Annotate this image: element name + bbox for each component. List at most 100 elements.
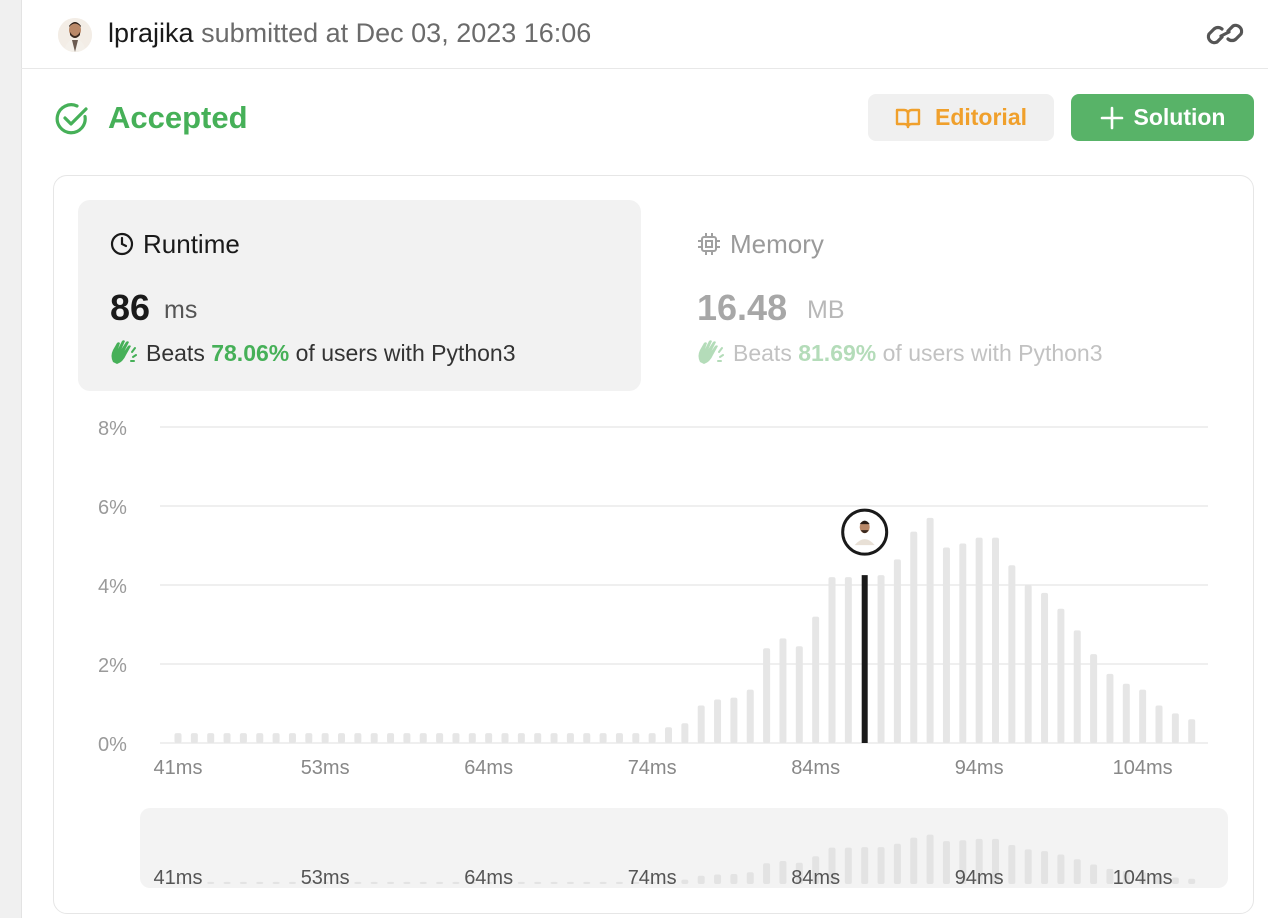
minimap-bar [354, 881, 362, 884]
distribution-bar[interactable] [828, 577, 836, 743]
distribution-bar[interactable] [1057, 608, 1065, 743]
distribution-bar[interactable] [190, 733, 198, 743]
minimap-bar [452, 881, 460, 884]
distribution-bar[interactable] [714, 699, 722, 743]
distribution-bar[interactable] [959, 543, 967, 743]
chart-minimap[interactable]: 41ms 53ms 64ms 74ms 84ms 94ms 104ms [140, 808, 1228, 888]
distribution-bar[interactable] [305, 733, 313, 743]
distribution-bar[interactable] [746, 689, 754, 743]
distribution-bar[interactable] [370, 733, 378, 743]
distribution-bar[interactable] [174, 733, 182, 743]
distribution-bar[interactable] [910, 531, 918, 743]
link-icon[interactable] [1204, 16, 1246, 52]
distribution-bar[interactable] [1024, 585, 1032, 743]
distribution-bar[interactable] [893, 559, 901, 743]
x-tick-label: 53ms [301, 757, 350, 779]
distribution-bar[interactable] [338, 733, 345, 743]
distribution-bar[interactable] [239, 733, 247, 743]
distribution-bar[interactable] [1155, 705, 1163, 743]
distribution-bar[interactable] [1122, 683, 1130, 743]
distribution-bar[interactable] [632, 733, 640, 743]
distribution-bar[interactable] [566, 733, 574, 743]
distribution-bar[interactable] [485, 733, 493, 743]
minimap-bar [272, 881, 280, 884]
distribution-bar[interactable] [272, 733, 280, 743]
distribution-bar[interactable] [665, 727, 672, 743]
distribution-bar[interactable] [877, 575, 885, 743]
distribution-bar[interactable] [403, 733, 411, 743]
minimap-bar [1024, 849, 1032, 884]
distribution-bar[interactable] [681, 723, 689, 743]
minimap-bar [436, 881, 444, 884]
minimap-bar [861, 847, 869, 884]
distribution-bar[interactable] [1008, 565, 1016, 743]
distribution-bar[interactable] [1188, 719, 1196, 743]
distribution-bar[interactable] [1171, 713, 1179, 743]
distribution-bar[interactable] [779, 638, 787, 743]
minimap-bar [387, 881, 395, 884]
distribution-bar[interactable] [697, 705, 705, 743]
x-tick-label: 41ms [154, 757, 203, 779]
distribution-bar[interactable] [534, 733, 542, 743]
distribution-bar[interactable] [1106, 673, 1114, 743]
distribution-bar[interactable] [844, 577, 852, 743]
distribution-bar[interactable] [1139, 689, 1147, 743]
memory-beats-pct: 81.69% [798, 340, 877, 366]
distribution-bar[interactable] [730, 697, 738, 743]
minimap-tick-label: 74ms [628, 867, 677, 888]
distribution-bar[interactable] [468, 733, 476, 743]
add-solution-button[interactable]: Solution [1071, 94, 1254, 141]
distribution-bar[interactable] [256, 733, 264, 743]
distribution-bar[interactable] [942, 547, 950, 743]
distribution-bar[interactable] [648, 733, 656, 743]
minimap-bar [256, 881, 264, 884]
minimap-bar [697, 875, 705, 884]
distribution-bar[interactable] [354, 733, 362, 743]
y-tick-label: 0% [98, 734, 127, 756]
distribution-bar[interactable] [223, 733, 231, 743]
submitted-timestamp: submitted at Dec 03, 2023 16:06 [201, 18, 592, 48]
user-avatar[interactable] [58, 18, 92, 52]
memory-unit: MB [807, 296, 845, 324]
distribution-bar[interactable] [321, 733, 329, 743]
clap-icon [698, 340, 724, 364]
distribution-bar[interactable] [1041, 592, 1049, 743]
distribution-bar[interactable] [288, 733, 296, 743]
distribution-bar[interactable] [1073, 630, 1081, 743]
distribution-bar[interactable] [615, 733, 623, 743]
minimap-bar [517, 881, 525, 884]
distribution-bar[interactable] [1090, 654, 1098, 743]
distribution-bar[interactable] [207, 733, 215, 743]
distribution-bar[interactable] [387, 733, 395, 743]
minimap-bar [942, 841, 950, 884]
user-marker-avatar [841, 508, 889, 556]
distribution-bar[interactable] [975, 537, 983, 743]
runtime-title: Runtime [143, 229, 240, 259]
username-link[interactable]: lprajika [108, 18, 194, 48]
selected-runtime-bar[interactable] [861, 575, 868, 743]
minimap-bar [926, 834, 934, 884]
distribution-bar[interactable] [795, 646, 803, 743]
distribution-bar[interactable] [550, 733, 558, 743]
editorial-button[interactable]: Editorial [868, 94, 1054, 141]
minimap-bar [550, 881, 558, 884]
distribution-bar[interactable] [583, 733, 591, 743]
distribution-bar[interactable] [517, 733, 525, 743]
clap-icon [111, 340, 137, 364]
minimap-bar [207, 881, 215, 884]
distribution-bar[interactable] [926, 517, 934, 743]
distribution-bar[interactable] [763, 648, 771, 743]
distribution-bar[interactable] [436, 733, 444, 743]
minimap-bar [615, 881, 623, 884]
distribution-bar[interactable] [812, 616, 820, 743]
distribution-bar[interactable] [992, 537, 999, 743]
runtime-distribution-chart: 8% 6% 4% 2% 0% 41ms 53ms 64ms 74ms 84ms 94ms 104ms [98, 418, 1208, 779]
distribution-bar[interactable] [599, 733, 607, 743]
distribution-bar[interactable] [452, 733, 460, 743]
distribution-bar[interactable] [501, 733, 509, 743]
check-circle-icon [55, 103, 88, 135]
y-tick-label: 6% [98, 497, 127, 519]
minimap-bar [877, 847, 885, 884]
minimap-bar [763, 863, 771, 884]
distribution-bar[interactable] [419, 733, 427, 743]
